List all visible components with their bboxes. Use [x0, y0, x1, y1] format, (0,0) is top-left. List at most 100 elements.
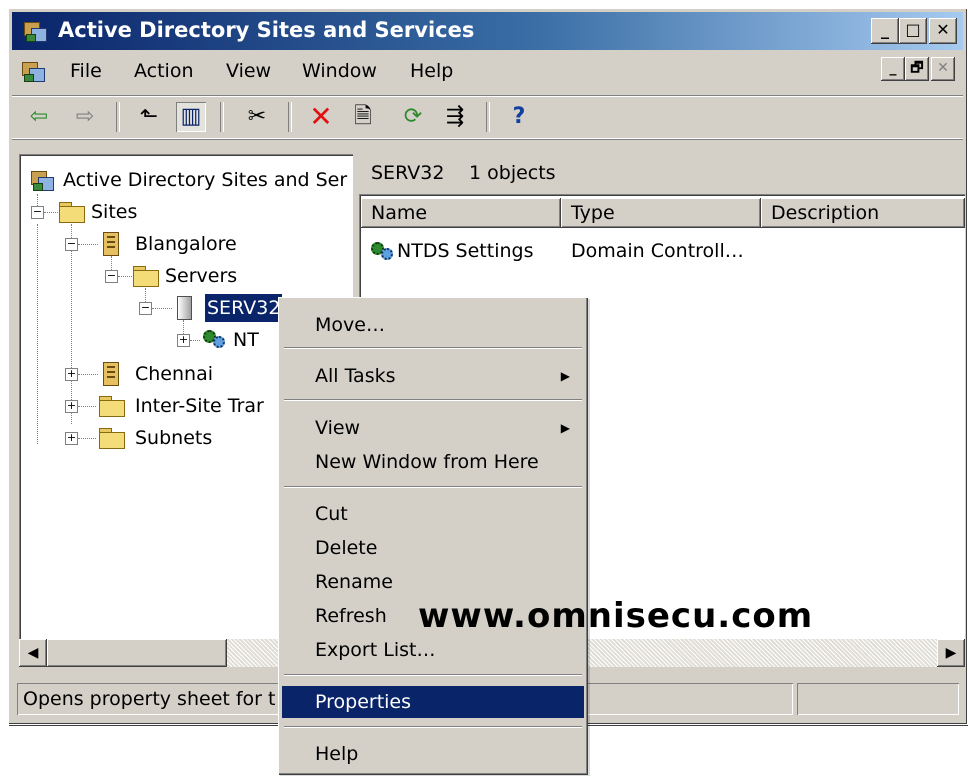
up-one-level-icon[interactable]: ⬑	[134, 102, 164, 132]
menu-item-rename[interactable]: Rename	[282, 566, 584, 598]
menu-item-label: Export List…	[315, 639, 436, 661]
menu-item-label: Refresh	[315, 605, 387, 627]
tree-expander-subnets[interactable]: +	[65, 432, 78, 445]
menu-help[interactable]: Help	[410, 60, 453, 82]
menu-file[interactable]: File	[70, 60, 102, 82]
watermark-text: www.omnisecu.com	[418, 596, 814, 636]
menu-view[interactable]: View	[226, 60, 271, 82]
menu-item-delete[interactable]: Delete	[282, 532, 584, 564]
toolbar: ⇦ ⇨ ⬑ ▥ ✂ ✕ 🗎 ⟳ ⇶ ?	[12, 95, 963, 139]
scroll-left-button[interactable]: ◀	[19, 639, 47, 667]
properties-icon[interactable]: 🗎	[348, 102, 378, 132]
site-icon	[103, 362, 119, 386]
tree-root[interactable]: Active Directory Sites and Ser	[63, 166, 347, 194]
child-close-button[interactable]: ✕	[931, 57, 955, 81]
menu-item-new-window-from-here[interactable]: New Window from Here	[282, 446, 584, 478]
folder-icon	[133, 266, 159, 287]
menu-action[interactable]: Action	[134, 60, 194, 82]
menu-bar: File Action View Window Help _ 🗗 ✕	[12, 55, 963, 89]
folder-icon	[99, 428, 125, 449]
menu-item-label: Help	[315, 743, 359, 765]
tree-node-inter-site-transports[interactable]: Inter-Site Trar	[135, 392, 264, 420]
ntds-settings-icon	[369, 240, 395, 262]
refresh-icon[interactable]: ⟳	[398, 102, 428, 132]
column-header-type[interactable]: Type	[561, 198, 761, 228]
tree-node-ntds-settings[interactable]: NT	[233, 326, 259, 354]
details-header-count: 1 objects	[469, 162, 556, 184]
tree-expander-ntds[interactable]: +	[177, 334, 190, 347]
tree-expander-serv32[interactable]: −	[139, 302, 152, 315]
tree-node-serv32[interactable]: SERV32	[203, 293, 284, 323]
menu-item-label: New Window from Here	[315, 451, 539, 473]
tree-node-servers[interactable]: Servers	[165, 262, 237, 290]
row-name: NTDS Settings	[397, 240, 534, 262]
cut-icon[interactable]: ✂	[242, 102, 272, 132]
menu-item-label: Rename	[315, 571, 393, 593]
title-bar[interactable]: Active Directory Sites and Services _ □ …	[12, 12, 963, 50]
menu-item-label: Cut	[315, 503, 348, 525]
menu-item-label: Delete	[315, 537, 378, 559]
menu-separator	[284, 347, 582, 349]
show-hide-console-tree-icon[interactable]: ▥	[176, 102, 206, 132]
tree-node-chennai[interactable]: Chennai	[135, 360, 213, 388]
sites-and-services-app-icon[interactable]	[22, 20, 48, 42]
row-type: Domain Controll…	[571, 240, 744, 262]
scrollbar-thumb[interactable]	[47, 639, 227, 667]
help-icon[interactable]: ?	[504, 102, 534, 132]
details-header-name: SERV32	[371, 162, 445, 184]
export-list-icon[interactable]: ⇶	[440, 102, 470, 132]
list-item[interactable]: NTDS Settings Domain Controll…	[359, 236, 965, 268]
menu-item-label: Properties	[315, 691, 412, 713]
sites-and-services-root-icon	[29, 169, 55, 191]
context-menu: Move… All Tasks ▶ View ▶ New Window from H…	[278, 297, 588, 775]
scroll-right-button[interactable]: ▶	[937, 639, 965, 667]
menu-separator	[284, 399, 582, 401]
folder-icon	[59, 202, 85, 223]
tree-expander-chennai[interactable]: +	[65, 368, 78, 381]
tree-expander-inter-site[interactable]: +	[65, 400, 78, 413]
close-button[interactable]: ✕	[929, 18, 957, 44]
toolbar-separator	[288, 102, 292, 132]
toolbar-separator	[486, 102, 490, 132]
menu-item-view[interactable]: View ▶	[282, 412, 584, 444]
column-header-name[interactable]: Name	[361, 198, 561, 228]
server-icon	[177, 296, 192, 320]
menu-item-export-list[interactable]: Export List…	[282, 634, 584, 666]
tree-node-blangalore[interactable]: Blangalore	[135, 230, 237, 258]
toolbar-separator	[220, 102, 224, 132]
ntds-settings-icon	[201, 328, 227, 350]
site-icon	[103, 232, 119, 256]
menu-separator	[284, 674, 582, 676]
tree-node-sites[interactable]: Sites	[91, 198, 137, 226]
tree-expander-blangalore[interactable]: −	[65, 238, 78, 251]
window-title: Active Directory Sites and Services	[58, 18, 475, 42]
menu-item-label: View	[315, 417, 361, 439]
menu-item-help[interactable]: Help	[282, 738, 584, 770]
toolbar-separator	[116, 102, 120, 132]
menu-item-label: All Tasks	[315, 365, 396, 387]
back-arrow-icon[interactable]: ⇦	[24, 102, 54, 132]
details-header: SERV32 1 objects	[359, 154, 965, 192]
menu-item-move[interactable]: Move…	[282, 309, 584, 341]
minimize-button[interactable]: _	[871, 18, 899, 44]
menu-item-cut[interactable]: Cut	[282, 498, 584, 530]
column-header-description[interactable]: Description	[761, 198, 965, 228]
tree-node-subnets[interactable]: Subnets	[135, 424, 212, 452]
menu-separator	[284, 486, 582, 488]
delete-icon[interactable]: ✕	[306, 102, 336, 132]
tree-expander-sites[interactable]: −	[31, 206, 44, 219]
submenu-arrow-icon: ▶	[560, 369, 570, 383]
folder-icon	[99, 396, 125, 417]
console-menu-icon[interactable]	[20, 60, 46, 82]
maximize-button[interactable]: □	[899, 18, 927, 44]
menu-item-properties[interactable]: Properties	[282, 686, 584, 718]
menu-item-label: Move…	[315, 314, 385, 336]
child-restore-button[interactable]: 🗗	[905, 57, 929, 81]
status-cell-empty	[797, 683, 959, 715]
tree-expander-servers[interactable]: −	[105, 270, 118, 283]
menu-window[interactable]: Window	[302, 60, 377, 82]
forward-arrow-icon[interactable]: ⇨	[70, 102, 100, 132]
submenu-arrow-icon: ▶	[560, 421, 570, 435]
child-minimize-button[interactable]: _	[881, 57, 905, 81]
menu-item-all-tasks[interactable]: All Tasks ▶	[282, 360, 584, 392]
